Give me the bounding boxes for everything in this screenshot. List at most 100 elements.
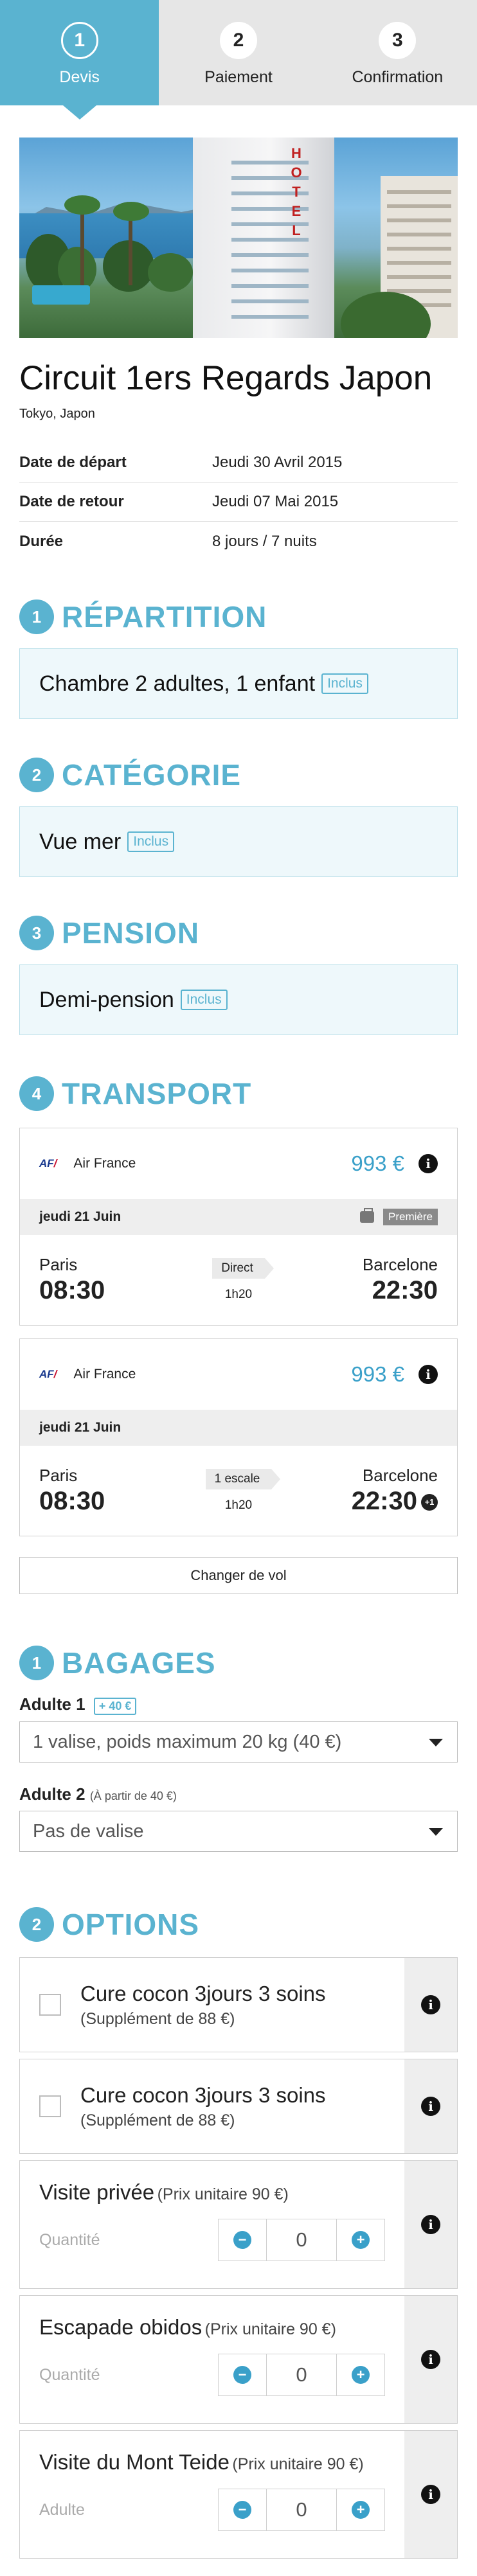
info-key: Durée <box>19 532 64 550</box>
step-paiement[interactable]: 2 Paiement <box>159 0 318 105</box>
adult1-label: Adulte 1 + 40 € <box>19 1694 458 1715</box>
repartition-text: Chambre 2 adultes, 1 enfant <box>39 671 316 696</box>
quantity-value[interactable]: 0 <box>266 2219 337 2261</box>
option-card: Cure cocon 3jours 3 soins (Supplément de… <box>19 2059 458 2154</box>
option-card: Escapade obidos (Prix unitaire 90 €) Qua… <box>19 2295 458 2424</box>
flight-route: Paris 08:30 Direct 1h20 Barcelone 22:30 <box>20 1235 457 1325</box>
adult1-luggage-select[interactable]: 1 valise, poids maximum 20 kg (40 €) <box>19 1721 458 1763</box>
option-title: Visite privée <box>39 2180 155 2204</box>
option-card: Visite du Mont Teide (Prix unitaire 90 €… <box>19 2430 458 2559</box>
section-title: PENSION <box>62 916 200 950</box>
adult2-price-note: (À partir de 40 €) <box>89 1790 177 1802</box>
arrival: Barcelone 22:30 +1 <box>309 1466 438 1516</box>
option-info-panel: i <box>404 1958 457 2052</box>
option-unit-price: (Prix unitaire 90 €) <box>204 2320 336 2338</box>
flight-route: Paris 08:30 1 escale 1h20 Barcelone 22:3… <box>20 1446 457 1536</box>
stop-badge: Direct <box>212 1258 274 1279</box>
decrement-button[interactable]: − <box>219 2219 266 2261</box>
adult2-label: Adulte 2 (À partir de 40 €) <box>19 1784 458 1804</box>
categorie-box: Vue mer Inclus <box>19 806 458 877</box>
plus-icon: + <box>352 2501 370 2519</box>
info-icon[interactable]: i <box>421 2350 440 2369</box>
departure-city: Paris <box>39 1255 78 1274</box>
increment-button[interactable]: + <box>337 2354 384 2395</box>
option-unit-price: (Prix unitaire 90 €) <box>157 2185 289 2203</box>
departure: Paris 08:30 <box>39 1255 168 1305</box>
pension-text: Demi-pension <box>39 987 174 1012</box>
flight-header: AF/ Air France 993 € i <box>20 1339 457 1410</box>
info-icon[interactable]: i <box>421 2097 440 2116</box>
quantity-stepper: − 0 + <box>218 2219 385 2261</box>
section-number: 2 <box>19 1907 54 1942</box>
hotel-photo: HOTEL <box>19 138 458 338</box>
flight-stops: 1 escale 1h20 <box>168 1469 309 1513</box>
step-label: Paiement <box>204 68 273 86</box>
option-checkbox[interactable] <box>39 2095 61 2117</box>
repartition-box: Chambre 2 adultes, 1 enfant Inclus <box>19 648 458 719</box>
selected-value: Pas de valise <box>33 1820 144 1842</box>
hotel-sign: HOTEL <box>289 144 303 240</box>
info-key: Date de départ <box>19 454 127 471</box>
flight-stops: Direct 1h20 <box>168 1258 309 1302</box>
option-heading: Escapade obidos (Prix unitaire 90 €) <box>39 2315 385 2340</box>
info-row-return: Date de retour Jeudi 07 Mai 2015 <box>19 483 458 522</box>
increment-button[interactable]: + <box>337 2489 384 2530</box>
info-icon[interactable]: i <box>421 2485 440 2504</box>
option-heading: Visite privée (Prix unitaire 90 €) <box>39 2180 385 2205</box>
minus-icon: − <box>233 2366 251 2384</box>
minus-icon: − <box>233 2231 251 2249</box>
step-label: Devis <box>59 68 100 86</box>
section-categorie-heading: 2 CATÉGORIE <box>19 758 458 792</box>
quantity-value[interactable]: 0 <box>266 2489 337 2530</box>
arrival: Barcelone 22:30 <box>309 1255 438 1305</box>
adult2-luggage-select[interactable]: Pas de valise <box>19 1811 458 1852</box>
change-flight-button[interactable]: Changer de vol <box>19 1557 458 1594</box>
option-checkbox[interactable] <box>39 1994 61 2016</box>
decrement-button[interactable]: − <box>219 2489 266 2530</box>
airline-logo-text: AF <box>39 1368 54 1380</box>
departure: Paris 08:30 <box>39 1466 168 1516</box>
section-repartition-heading: 1 RÉPARTITION <box>19 600 458 634</box>
quantity-value[interactable]: 0 <box>266 2354 337 2395</box>
departure-time: 08:30 <box>39 1276 105 1304</box>
quantity-stepper: − 0 + <box>218 2354 385 2396</box>
tour-title: Circuit 1ers Regards Japon <box>19 359 433 397</box>
increment-button[interactable]: + <box>337 2219 384 2261</box>
section-transport-heading: 4 TRANSPORT <box>19 1076 458 1111</box>
flight-price: 993 € <box>351 1151 404 1175</box>
info-value: Jeudi 07 Mai 2015 <box>212 493 339 510</box>
option-title: Visite du Mont Teide <box>39 2450 230 2474</box>
flight-card[interactable]: AF/ Air France 993 € i jeudi 21 Juin Pre… <box>19 1128 458 1326</box>
step-label: Confirmation <box>352 68 444 86</box>
info-icon[interactable]: i <box>421 1995 440 2014</box>
option-unit-price: (Prix unitaire 90 €) <box>232 2455 364 2473</box>
option-info-panel: i <box>404 2431 457 2558</box>
quantity-label: Adulte <box>39 2500 85 2519</box>
tour-location: Tokyo, Japon <box>19 407 95 421</box>
step-devis[interactable]: 1 Devis <box>0 0 159 120</box>
flight-header: AF/ Air France 993 € i <box>20 1128 457 1199</box>
info-icon[interactable]: i <box>419 1154 438 1173</box>
section-title: TRANSPORT <box>62 1077 252 1110</box>
decrement-button[interactable]: − <box>219 2354 266 2395</box>
step-confirmation[interactable]: 3 Confirmation <box>318 0 477 105</box>
included-badge: Inclus <box>321 673 368 694</box>
option-info-panel: i <box>404 2161 457 2288</box>
section-pension-heading: 3 PENSION <box>19 916 458 950</box>
flight-date-bar: jeudi 21 Juin Première <box>20 1199 457 1235</box>
option-title: Escapade obidos <box>39 2315 203 2339</box>
flight-card[interactable]: AF/ Air France 993 € i jeudi 21 Juin Par… <box>19 1338 458 1536</box>
info-icon[interactable]: i <box>419 1365 438 1384</box>
flight-date-bar: jeudi 21 Juin <box>20 1410 457 1446</box>
arrival-time: 22:30 <box>372 1276 438 1304</box>
info-icon[interactable]: i <box>421 2215 440 2234</box>
section-bagages-heading: 1 BAGAGES <box>19 1646 458 1680</box>
plus-icon: + <box>352 2366 370 2384</box>
adult1-label-text: Adulte 1 <box>19 1694 86 1714</box>
next-day-badge: +1 <box>421 1494 438 1511</box>
section-title: BAGAGES <box>62 1646 216 1680</box>
flight-price: 993 € <box>351 1362 404 1386</box>
option-subtitle: (Supplément de 88 €) <box>80 2009 235 2028</box>
plus-icon: + <box>352 2231 370 2249</box>
airline-logo: AF/ <box>39 1368 57 1380</box>
